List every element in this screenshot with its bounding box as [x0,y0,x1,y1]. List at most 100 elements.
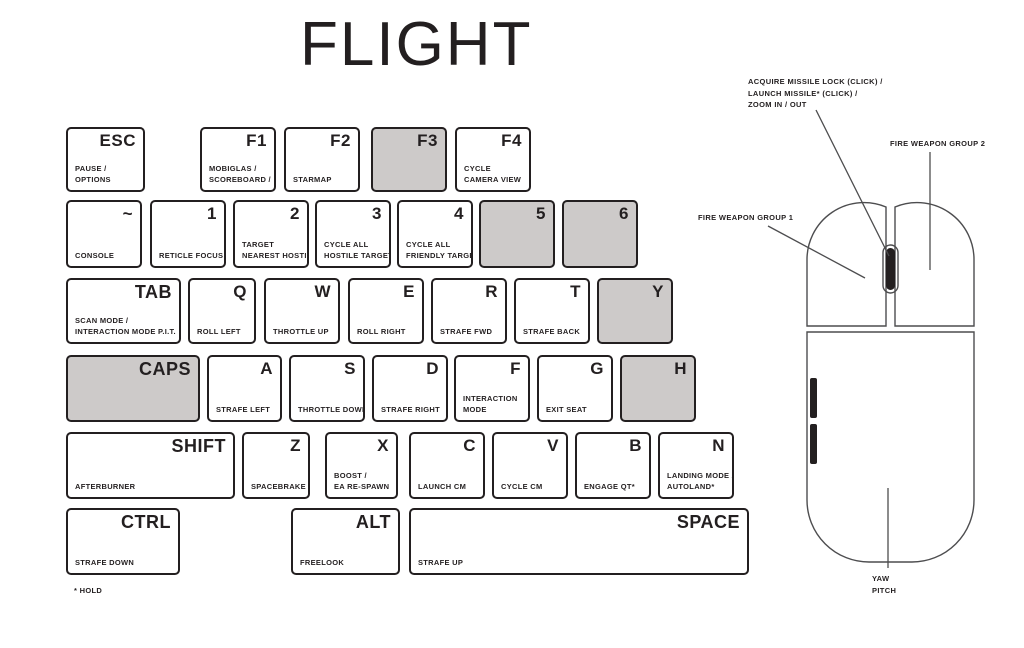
key-function-label: BOOST / EA RE-SPAWN [334,470,389,493]
key-function-line: PAUSE / [75,163,107,173]
key-function-label: CYCLE ALL FRIENDLY TARGETS [406,239,471,262]
control-scheme-sheet: FLIGHT ESC PAUSE / OPTIONS F1 MOBIGLAS / SCOR… [0,0,1024,648]
key-x[interactable]: X BOOST / EA RE-SPAWN [325,432,398,499]
key-a[interactable]: A STRAFE LEFT [207,355,282,422]
key-cap-label: E [403,282,415,301]
key-5[interactable]: 5 [479,200,555,268]
key-cap-label: Z [290,436,301,455]
key-cap-label: F2 [330,131,351,150]
key-cap-label: 1 [207,204,217,223]
key-function-label: PAUSE / OPTIONS [75,163,111,186]
key-t[interactable]: T STRAFE BACK [514,278,590,344]
key-cap-label: D [426,359,439,378]
key-c[interactable]: C LAUNCH CM [409,432,485,499]
key-cap-label: R [485,282,498,301]
key-y[interactable]: Y [597,278,673,344]
key-cap-label: 6 [619,204,629,223]
key-function-label: THROTTLE UP [273,326,329,338]
key-s[interactable]: S THROTTLE DOWN [289,355,365,422]
key-function-label: CYCLE CM [501,481,543,493]
mouse-side-button-upper [810,378,817,418]
key-cap-label: B [629,436,642,455]
key-function-line: AFTERBURNER [75,482,136,492]
key-function-line: ROLL RIGHT [357,327,406,337]
key-cap-label: W [314,282,331,301]
key-f2[interactable]: F2 STARMAP [284,127,360,192]
key-2[interactable]: 2 TARGET NEAREST HOSTILE [233,200,309,268]
key-cap-label: 3 [372,204,382,223]
key-alt[interactable]: ALT FREELOOK [291,508,400,575]
key-function-line: STARMAP [293,175,332,185]
key-caps[interactable]: CAPS [66,355,200,422]
key-3[interactable]: 3 CYCLE ALL HOSTILE TARGETS [315,200,391,268]
key-function-label: STRAFE RIGHT [381,404,440,416]
key-q[interactable]: Q ROLL LEFT [188,278,256,344]
key-cap-label: CTRL [121,512,171,532]
label-acquire-missile-lock: ACQUIRE MISSILE LOCK (CLICK) / LAUNCH MIS… [748,76,883,111]
key-1[interactable]: 1 RETICLE FOCUS [150,200,226,268]
key-r[interactable]: R STRAFE FWD [431,278,507,344]
key-b[interactable]: B ENGAGE QT* [575,432,651,499]
key-f1[interactable]: F1 MOBIGLAS / SCOREBOARD / [200,127,276,192]
key-function-line: STRAFE BACK [523,327,581,337]
key-f[interactable]: F INTERACTION MODE [454,355,530,422]
keyboard-diagram: ESC PAUSE / OPTIONS F 1 MOBIGLAS / SCOREBOARD … [0,0,760,648]
key-f4[interactable]: F4 CYCLE CAMERA VIEW [455,127,531,192]
key-function-line: STRAFE LEFT [216,405,271,415]
key-cap-label: F4 [501,131,522,150]
key-6[interactable]: 6 [562,200,638,268]
label-fire-weapon-group-1: FIRE WEAPON GROUP 1 [698,212,793,224]
key-[interactable]: ~ CONSOLE [66,200,142,268]
key-function-line: CYCLE ALL [406,239,451,249]
key-ctrl[interactable]: CTRL STRAFE DOWN [66,508,180,575]
key-function-line: INTERACTION MODE P.I.T. [75,327,176,337]
key-w[interactable]: W THROTTLE UP [264,278,340,344]
mouse-side-button-lower [810,424,817,464]
mouse-label-line: YAW [872,574,890,583]
leader-line-fire-group-1 [767,225,866,279]
key-4[interactable]: 4 CYCLE ALL FRIENDLY TARGETS [397,200,473,268]
key-function-label: ROLL LEFT [197,326,241,338]
key-h[interactable]: H [620,355,696,422]
key-function-line: HOSTILE TARGETS [324,251,391,261]
key-v[interactable]: V CYCLE CM [492,432,568,499]
key-function-label: RETICLE FOCUS [159,250,223,262]
key-f3[interactable]: F3 [371,127,447,192]
key-function-line: STRAFE FWD [440,327,493,337]
mouse-label-line: ACQUIRE MISSILE LOCK (CLICK) / [748,77,883,86]
key-function-line: BOOST / [334,470,367,480]
key-cap-label: T [570,282,581,301]
key-function-line: RETICLE FOCUS [159,251,224,261]
key-function-label: CYCLE ALL HOSTILE TARGETS [324,239,391,262]
key-z[interactable]: Z SPACEBRAKE [242,432,310,499]
key-d[interactable]: D STRAFE RIGHT [372,355,448,422]
key-function-line: THROTTLE UP [273,327,329,337]
label-fire-weapon-group-2: FIRE WEAPON GROUP 2 [890,138,985,150]
key-cap-label: V [547,436,559,455]
key-function-line: CAMERA VIEW [464,175,522,185]
key-cap-label: ALT [355,512,391,532]
key-function-line: MOBIGLAS / [209,163,257,173]
footnote-hold: * HOLD [74,586,103,595]
key-shift[interactable]: SHIFT AFTERBURNER [66,432,235,499]
key-function-line: CONSOLE [75,251,115,261]
key-function-line: STRAFE UP [418,558,464,568]
mouse-diagram: ACQUIRE MISSILE LOCK (CLICK) / LAUNCH MIS… [690,60,1024,620]
key-function-line: SCOREBOARD / [209,175,271,185]
key-tab[interactable]: TAB SCAN MODE / INTERACTION MODE P.I.T. [66,278,181,344]
key-function-line: STRAFE RIGHT [381,405,441,415]
key-g[interactable]: G EXIT SEAT [537,355,613,422]
key-cap-label: Q [233,282,247,301]
key-cap-label: C [463,436,476,455]
key-cap-label: X [377,436,389,455]
key-cap-label: F [510,359,521,378]
key-function-label: INTERACTION MODE [463,393,518,416]
key-esc[interactable]: ESC PAUSE / OPTIONS [66,127,145,192]
key-function-line: SPACEBRAKE [251,482,306,492]
key-cap-label: SHIFT [171,436,226,456]
key-function-label: SPACEBRAKE [251,481,306,493]
key-cap-label: G [590,359,604,378]
key-e[interactable]: E ROLL RIGHT [348,278,424,344]
key-function-line: EXIT SEAT [546,405,587,415]
key-cap-label: H [674,359,687,378]
